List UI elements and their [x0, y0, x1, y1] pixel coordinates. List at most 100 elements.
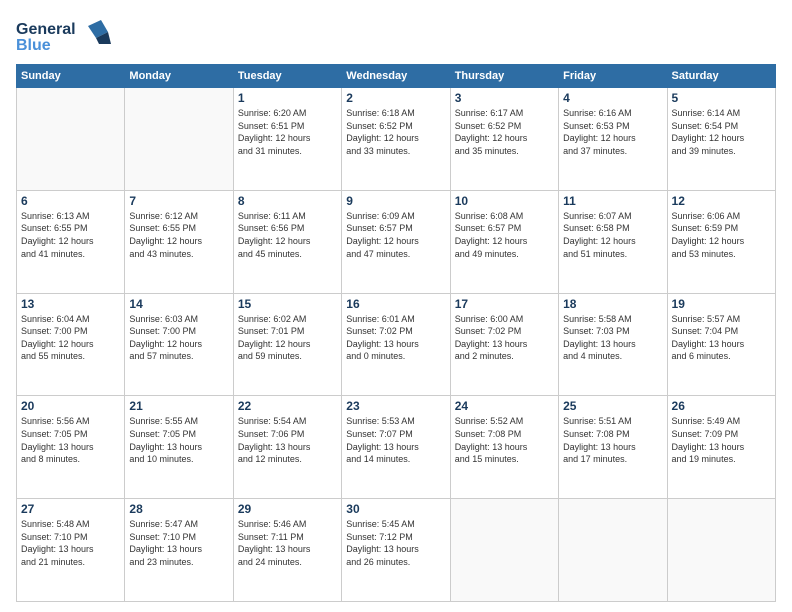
day-info: Sunrise: 6:07 AM Sunset: 6:58 PM Dayligh… — [563, 210, 662, 260]
calendar-day-cell: 30 Sunrise: 5:45 AM Sunset: 7:12 PM Dayli… — [342, 499, 450, 602]
svg-text:Blue: Blue — [16, 37, 51, 54]
weekday-header: Monday — [125, 65, 233, 88]
day-info: Sunrise: 6:00 AM Sunset: 7:02 PM Dayligh… — [455, 313, 554, 363]
day-number: 9 — [346, 194, 445, 208]
calendar-day-cell: 20 Sunrise: 5:56 AM Sunset: 7:05 PM Dayli… — [17, 396, 125, 499]
day-number: 28 — [129, 502, 228, 516]
weekday-header: Saturday — [667, 65, 775, 88]
day-info: Sunrise: 5:57 AM Sunset: 7:04 PM Dayligh… — [672, 313, 771, 363]
calendar-day-cell: 19 Sunrise: 5:57 AM Sunset: 7:04 PM Dayli… — [667, 293, 775, 396]
day-number: 17 — [455, 297, 554, 311]
day-number: 1 — [238, 91, 337, 105]
calendar-day-cell: 9 Sunrise: 6:09 AM Sunset: 6:57 PM Daylig… — [342, 190, 450, 293]
calendar-day-cell: 11 Sunrise: 6:07 AM Sunset: 6:58 PM Dayli… — [559, 190, 667, 293]
day-info: Sunrise: 6:14 AM Sunset: 6:54 PM Dayligh… — [672, 107, 771, 157]
day-number: 23 — [346, 399, 445, 413]
calendar-day-cell — [125, 88, 233, 191]
calendar-day-cell: 13Sunrise: 6:04 AM Sunset: 7:00 PM Dayli… — [17, 293, 125, 396]
calendar-week-row: 13Sunrise: 6:04 AM Sunset: 7:00 PM Dayli… — [17, 293, 776, 396]
calendar-day-cell: 27 Sunrise: 5:48 AM Sunset: 7:10 PM Dayli… — [17, 499, 125, 602]
day-number: 10 — [455, 194, 554, 208]
day-info: Sunrise: 5:46 AM Sunset: 7:11 PM Dayligh… — [238, 518, 337, 568]
day-number: 27 — [21, 502, 120, 516]
day-number: 30 — [346, 502, 445, 516]
calendar-day-cell: 12 Sunrise: 6:06 AM Sunset: 6:59 PM Dayli… — [667, 190, 775, 293]
calendar-week-row: 20 Sunrise: 5:56 AM Sunset: 7:05 PM Dayli… — [17, 396, 776, 499]
calendar-day-cell: 4 Sunrise: 6:16 AM Sunset: 6:53 PM Daylig… — [559, 88, 667, 191]
calendar-day-cell: 21 Sunrise: 5:55 AM Sunset: 7:05 PM Dayli… — [125, 396, 233, 499]
day-info: Sunrise: 5:48 AM Sunset: 7:10 PM Dayligh… — [21, 518, 120, 568]
svg-text:General: General — [16, 21, 76, 38]
calendar-day-cell — [450, 499, 558, 602]
day-number: 29 — [238, 502, 337, 516]
calendar-day-cell: 7 Sunrise: 6:12 AM Sunset: 6:55 PM Daylig… — [125, 190, 233, 293]
calendar-day-cell — [667, 499, 775, 602]
day-number: 25 — [563, 399, 662, 413]
calendar-day-cell: 18 Sunrise: 5:58 AM Sunset: 7:03 PM Dayli… — [559, 293, 667, 396]
day-info: Sunrise: 6:13 AM Sunset: 6:55 PM Dayligh… — [21, 210, 120, 260]
day-info: Sunrise: 6:18 AM Sunset: 6:52 PM Dayligh… — [346, 107, 445, 157]
calendar-day-cell: 6 Sunrise: 6:13 AM Sunset: 6:55 PM Daylig… — [17, 190, 125, 293]
day-info: Sunrise: 5:49 AM Sunset: 7:09 PM Dayligh… — [672, 415, 771, 465]
day-number: 16 — [346, 297, 445, 311]
weekday-header: Sunday — [17, 65, 125, 88]
day-info: Sunrise: 5:56 AM Sunset: 7:05 PM Dayligh… — [21, 415, 120, 465]
day-number: 4 — [563, 91, 662, 105]
day-info: Sunrise: 5:58 AM Sunset: 7:03 PM Dayligh… — [563, 313, 662, 363]
day-info: Sunrise: 5:55 AM Sunset: 7:05 PM Dayligh… — [129, 415, 228, 465]
calendar-day-cell: 5Sunrise: 6:14 AM Sunset: 6:54 PM Daylig… — [667, 88, 775, 191]
day-number: 13 — [21, 297, 120, 311]
calendar-day-cell: 26Sunrise: 5:49 AM Sunset: 7:09 PM Dayli… — [667, 396, 775, 499]
day-info: Sunrise: 5:53 AM Sunset: 7:07 PM Dayligh… — [346, 415, 445, 465]
calendar-day-cell: 28 Sunrise: 5:47 AM Sunset: 7:10 PM Dayli… — [125, 499, 233, 602]
calendar-week-row: 1Sunrise: 6:20 AM Sunset: 6:51 PM Daylig… — [17, 88, 776, 191]
day-info: Sunrise: 6:16 AM Sunset: 6:53 PM Dayligh… — [563, 107, 662, 157]
calendar-day-cell: 25Sunrise: 5:51 AM Sunset: 7:08 PM Dayli… — [559, 396, 667, 499]
calendar-day-cell — [559, 499, 667, 602]
page-container: General Blue SundayMondayTuesdayWednesda… — [0, 0, 792, 612]
day-info: Sunrise: 6:11 AM Sunset: 6:56 PM Dayligh… — [238, 210, 337, 260]
day-number: 12 — [672, 194, 771, 208]
calendar-table: SundayMondayTuesdayWednesdayThursdayFrid… — [16, 64, 776, 602]
weekday-header: Thursday — [450, 65, 558, 88]
day-info: Sunrise: 6:06 AM Sunset: 6:59 PM Dayligh… — [672, 210, 771, 260]
day-info: Sunrise: 6:02 AM Sunset: 7:01 PM Dayligh… — [238, 313, 337, 363]
calendar-day-cell: 22 Sunrise: 5:54 AM Sunset: 7:06 PM Dayli… — [233, 396, 341, 499]
page-header: General Blue — [16, 16, 776, 56]
calendar-day-cell: 24 Sunrise: 5:52 AM Sunset: 7:08 PM Dayli… — [450, 396, 558, 499]
day-info: Sunrise: 6:09 AM Sunset: 6:57 PM Dayligh… — [346, 210, 445, 260]
day-number: 14 — [129, 297, 228, 311]
calendar-day-cell: 16 Sunrise: 6:01 AM Sunset: 7:02 PM Dayli… — [342, 293, 450, 396]
day-info: Sunrise: 5:54 AM Sunset: 7:06 PM Dayligh… — [238, 415, 337, 465]
weekday-header-row: SundayMondayTuesdayWednesdayThursdayFrid… — [17, 65, 776, 88]
calendar-day-cell: 3Sunrise: 6:17 AM Sunset: 6:52 PM Daylig… — [450, 88, 558, 191]
day-info: Sunrise: 6:01 AM Sunset: 7:02 PM Dayligh… — [346, 313, 445, 363]
calendar-day-cell: 17 Sunrise: 6:00 AM Sunset: 7:02 PM Dayli… — [450, 293, 558, 396]
day-info: Sunrise: 5:45 AM Sunset: 7:12 PM Dayligh… — [346, 518, 445, 568]
weekday-header: Friday — [559, 65, 667, 88]
day-info: Sunrise: 6:12 AM Sunset: 6:55 PM Dayligh… — [129, 210, 228, 260]
day-number: 15 — [238, 297, 337, 311]
day-number: 21 — [129, 399, 228, 413]
weekday-header: Tuesday — [233, 65, 341, 88]
day-number: 11 — [563, 194, 662, 208]
day-info: Sunrise: 6:03 AM Sunset: 7:00 PM Dayligh… — [129, 313, 228, 363]
day-number: 22 — [238, 399, 337, 413]
day-number: 24 — [455, 399, 554, 413]
calendar-day-cell: 10Sunrise: 6:08 AM Sunset: 6:57 PM Dayli… — [450, 190, 558, 293]
day-info: Sunrise: 5:47 AM Sunset: 7:10 PM Dayligh… — [129, 518, 228, 568]
calendar-week-row: 6 Sunrise: 6:13 AM Sunset: 6:55 PM Daylig… — [17, 190, 776, 293]
day-number: 3 — [455, 91, 554, 105]
day-number: 6 — [21, 194, 120, 208]
calendar-day-cell: 14 Sunrise: 6:03 AM Sunset: 7:00 PM Dayli… — [125, 293, 233, 396]
calendar-week-row: 27 Sunrise: 5:48 AM Sunset: 7:10 PM Dayli… — [17, 499, 776, 602]
day-number: 18 — [563, 297, 662, 311]
calendar-day-cell: 29 Sunrise: 5:46 AM Sunset: 7:11 PM Dayli… — [233, 499, 341, 602]
day-number: 20 — [21, 399, 120, 413]
weekday-header: Wednesday — [342, 65, 450, 88]
day-info: Sunrise: 5:52 AM Sunset: 7:08 PM Dayligh… — [455, 415, 554, 465]
calendar-day-cell: 23 Sunrise: 5:53 AM Sunset: 7:07 PM Dayli… — [342, 396, 450, 499]
day-number: 19 — [672, 297, 771, 311]
day-number: 7 — [129, 194, 228, 208]
calendar-day-cell: 8Sunrise: 6:11 AM Sunset: 6:56 PM Daylig… — [233, 190, 341, 293]
